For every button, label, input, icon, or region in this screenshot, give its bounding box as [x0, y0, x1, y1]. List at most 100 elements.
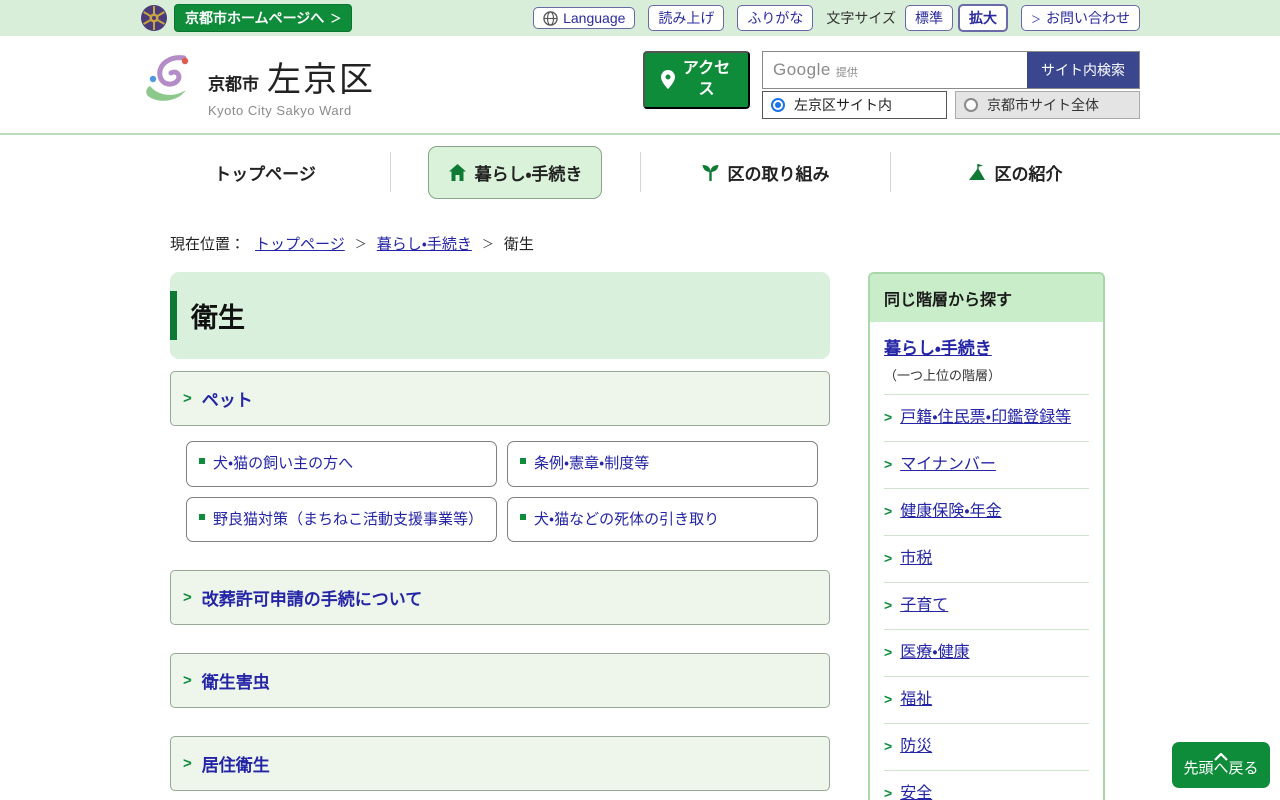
access-label: アクセス: [682, 59, 731, 98]
chevron-right-icon: >: [884, 409, 893, 425]
language-label: Language: [563, 10, 626, 26]
chevron-right-icon: >: [884, 597, 893, 613]
topic-section: >居住衛生シックハウス症候群についてダニについて: [170, 736, 830, 800]
nav-item-top-page[interactable]: トップページ: [214, 160, 316, 185]
page-title-box: 衛生: [170, 272, 830, 359]
chevron-right-icon: ＞: [330, 13, 342, 25]
page-title: 衛生: [191, 303, 245, 333]
site-logo[interactable]: 京都市 左京区 Kyoto City Sakyo Ward: [140, 52, 375, 118]
access-button[interactable]: アクセス: [643, 50, 750, 109]
map-pin-icon: [660, 70, 675, 89]
sidebar-item-link[interactable]: 安全: [900, 782, 932, 800]
sidebar-item-link[interactable]: マイナンバー: [900, 453, 996, 477]
brand-city: 京都市: [208, 74, 259, 94]
nav-item-ku-torikumi[interactable]: 区の取り組み: [701, 160, 830, 185]
sprout-icon: [702, 164, 718, 181]
sections-list: > ペット犬・猫の飼い主の方へ 条例・憲章・制度等野良猫対策（まちねこ活動支援事業等…: [170, 371, 830, 800]
fontsize-label: 文字サイズ: [826, 10, 896, 26]
chevron-right-icon: >: [884, 456, 893, 472]
topic-header-link[interactable]: > 改葬許可申請の手続について: [170, 570, 830, 625]
sidebar-item-link[interactable]: 市税: [900, 547, 932, 571]
kyoto-city-emblem-icon: [141, 5, 167, 31]
topic-header-link[interactable]: > 居住衛生: [170, 736, 830, 791]
chevron-right-icon: ＞: [354, 237, 367, 251]
sidebar-item-link[interactable]: 健康保険・年金: [900, 500, 1001, 524]
fontsize-standard-button[interactable]: 標準: [905, 5, 953, 31]
chevron-right-icon: >: [884, 738, 893, 754]
topic-header-link[interactable]: > ペット: [170, 371, 830, 426]
sidebar-item: > 戸籍・住民票・印鑑登録等: [884, 394, 1089, 441]
contact-button[interactable]: ＞ お問い合わせ: [1021, 5, 1140, 31]
sidebar-item-link[interactable]: 防災: [900, 735, 932, 759]
sidebar-item-link[interactable]: 福祉: [900, 688, 932, 712]
site-search: Google 提供 サイト内検索 左京区サイト内 京都市サイト全体: [762, 50, 1140, 119]
square-bullet-icon: [199, 458, 205, 464]
topic-item-label: 条例・憲章・制度等: [534, 455, 650, 472]
back-to-top-button[interactable]: 先頭へ戻る: [1172, 742, 1270, 788]
search-scope-city-option[interactable]: 京都市サイト全体: [955, 90, 1140, 119]
topic-section: > 改葬許可申請の手続について: [170, 570, 830, 625]
sidebar-item-link[interactable]: 医療・健康: [900, 641, 969, 665]
nav-item-kurashi-tetsuzuki[interactable]: 暮らし・手続き: [427, 145, 603, 199]
topic-title: 改葬許可申請の手続について: [201, 590, 423, 609]
sidebar-item: > 市税: [884, 535, 1089, 582]
chevron-right-icon: >: [183, 390, 192, 407]
chevron-right-icon: >: [884, 785, 893, 800]
sidebar-item: > 健康保険・年金: [884, 488, 1089, 535]
title-accent-bar: [170, 291, 177, 340]
topic-item-link[interactable]: 野良猫対策（まちねこ活動支援事業等）: [186, 496, 497, 542]
chevron-right-icon: >: [884, 503, 893, 519]
topic-item-label: 犬・猫などの死体の引き取り: [534, 510, 720, 528]
main-content: 衛生 > ペット犬・猫の飼い主の方へ 条例・憲章・制度等野良猫対策（まちねこ活動支援…: [170, 272, 830, 800]
sidebar-parent-link[interactable]: 暮らし・手続き: [884, 339, 992, 358]
sidebar-item: > 子育て: [884, 582, 1089, 629]
topic-item-label: 犬・猫の飼い主の方へ: [213, 455, 354, 472]
topic-section: > 衛生害虫: [170, 653, 830, 708]
language-button[interactable]: Language: [533, 7, 636, 29]
fontsize-large-button[interactable]: 拡大: [958, 4, 1008, 32]
chevron-right-icon: ＞: [481, 237, 494, 251]
sidebar-parent-note: （一つ上位の階層）: [884, 368, 1002, 383]
chevron-right-icon: >: [183, 589, 192, 606]
square-bullet-icon: [520, 513, 526, 520]
nav-item-ku-shoukai[interactable]: 区の紹介: [968, 160, 1063, 185]
topic-title: ペット: [201, 391, 253, 410]
search-scope-ward-option[interactable]: 左京区サイト内: [762, 90, 947, 119]
breadcrumb-link-top[interactable]: トップページ: [255, 233, 345, 254]
search-scope-city-label: 京都市サイト全体: [987, 96, 1099, 113]
breadcrumb-link-kurashi[interactable]: 暮らし・手続き: [377, 233, 472, 254]
sidebar-item-link[interactable]: 子育て: [900, 594, 948, 618]
topic-item-link[interactable]: 犬・猫などの死体の引き取り: [507, 496, 818, 542]
sidebar-item: > 福祉: [884, 676, 1089, 723]
sidebar-item-link[interactable]: 戸籍・住民票・印鑑登録等: [900, 406, 1071, 430]
brand-ward: 左京区: [267, 60, 375, 99]
square-bullet-icon: [520, 458, 526, 464]
topic-item-link[interactable]: 犬・猫の飼い主の方へ: [186, 441, 497, 487]
chevron-right-icon: >: [884, 550, 893, 566]
breadcrumb: 現在位置： トップページ ＞ 暮らし・手続き ＞ 衛生: [140, 233, 1140, 254]
brand-english: Kyoto City Sakyo Ward: [208, 102, 352, 118]
topic-header-link[interactable]: > 衛生害虫: [170, 653, 830, 708]
read-aloud-button[interactable]: 読み上げ: [648, 5, 725, 31]
site-title: 京都市 左京区 Kyoto City Sakyo Ward: [208, 52, 375, 118]
furigana-button[interactable]: ふりがな: [737, 5, 814, 31]
city-homepage-button[interactable]: 京都市ホームページへ ＞: [174, 4, 353, 32]
radio-unselected-icon: [964, 97, 978, 112]
site-header: 京都市 左京区 Kyoto City Sakyo Ward アクセス Googl…: [0, 36, 1280, 135]
chevron-right-icon: >: [884, 644, 893, 660]
back-to-top-label: 先頭へ戻る: [1183, 759, 1259, 777]
globe-icon: [543, 10, 558, 26]
sidebar: 同じ階層から探す 暮らし・手続き （一つ上位の階層） > 戸籍・住民票・印鑑登録等…: [868, 272, 1105, 800]
topic-title: 居住衛生: [201, 756, 270, 775]
sidebar-item: > 医療・健康: [884, 629, 1089, 676]
search-scope-ward-label: 左京区サイト内: [794, 96, 892, 113]
topic-title: 衛生害虫: [201, 673, 270, 692]
square-bullet-icon: [199, 513, 205, 520]
home-icon: [448, 163, 466, 181]
site-search-button[interactable]: サイト内検索: [1027, 51, 1139, 88]
mountain-flag-icon: [968, 163, 985, 180]
chevron-right-icon: >: [183, 672, 192, 689]
search-input[interactable]: [763, 51, 1027, 88]
topic-item-label: 野良猫対策（まちねこ活動支援事業等）: [213, 510, 484, 528]
topic-item-link[interactable]: 条例・憲章・制度等: [507, 441, 818, 487]
